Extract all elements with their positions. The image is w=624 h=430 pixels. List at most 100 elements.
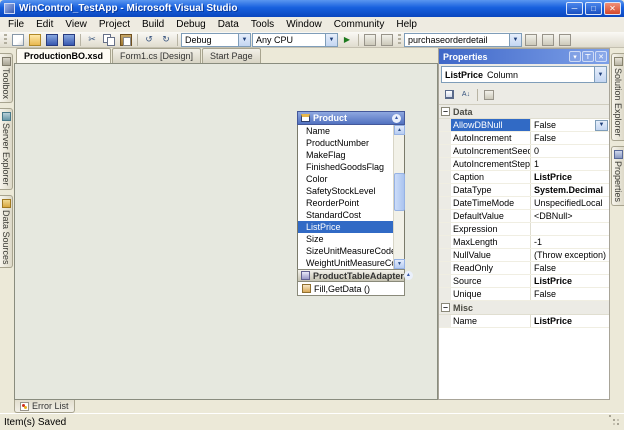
- toolbar-button[interactable]: [557, 33, 573, 47]
- product-datatable-header[interactable]: Product ▴: [297, 111, 405, 125]
- cut-button[interactable]: ✂: [84, 33, 100, 47]
- column-row[interactable]: StandardCost: [298, 209, 393, 221]
- combo-dropdown-icon[interactable]: ▼: [594, 67, 606, 82]
- toolbar-grip[interactable]: [4, 34, 7, 45]
- column-row[interactable]: FinishedGoodsFlag: [298, 161, 393, 173]
- column-list-scrollbar[interactable]: ▲ ▼: [393, 125, 405, 269]
- property-name[interactable]: AutoIncrement: [451, 132, 531, 144]
- window-menu-icon[interactable]: ▾: [569, 51, 581, 62]
- undo-button[interactable]: ↺: [141, 33, 157, 47]
- column-row[interactable]: MakeFlag: [298, 149, 393, 161]
- panel-close-icon[interactable]: ✕: [595, 51, 607, 62]
- property-value[interactable]: False: [531, 288, 609, 300]
- menu-community[interactable]: Community: [328, 17, 391, 32]
- property-value[interactable]: False: [531, 132, 609, 144]
- column-row[interactable]: SizeUnitMeasureCode: [298, 245, 393, 257]
- property-name[interactable]: Unique: [451, 288, 531, 300]
- property-value[interactable]: ListPrice: [531, 315, 609, 327]
- start-debug-button[interactable]: ▶: [339, 33, 355, 47]
- column-row[interactable]: SafetyStockLevel: [298, 185, 393, 197]
- find-input[interactable]: [408, 33, 509, 46]
- category-row-data[interactable]: − Data: [439, 105, 609, 119]
- property-value[interactable]: UnspecifiedLocal: [531, 197, 609, 209]
- property-name[interactable]: DataType: [451, 184, 531, 196]
- menu-build[interactable]: Build: [136, 17, 170, 32]
- property-name[interactable]: DateTimeMode: [451, 197, 531, 209]
- close-button[interactable]: ✕: [604, 2, 621, 15]
- toolbar-button[interactable]: [540, 33, 556, 47]
- tab-form1-design[interactable]: Form1.cs [Design]: [112, 48, 202, 63]
- menu-window[interactable]: Window: [280, 17, 328, 32]
- property-value[interactable]: False ▼: [531, 119, 609, 131]
- property-value[interactable]: (Throw exception): [531, 249, 609, 261]
- resize-grip[interactable]: [609, 415, 611, 417]
- tableadapter-header[interactable]: ProductTableAdapter ▴: [297, 269, 413, 282]
- property-name[interactable]: Source: [451, 275, 531, 287]
- collapse-chevron-icon[interactable]: ▴: [392, 113, 401, 123]
- toolbar-button[interactable]: [523, 33, 539, 47]
- redo-button[interactable]: ↻: [158, 33, 174, 47]
- property-name[interactable]: Caption: [451, 171, 531, 183]
- column-row[interactable]: Name: [298, 125, 393, 137]
- categorized-button[interactable]: [441, 87, 457, 102]
- collapse-minus-icon[interactable]: −: [441, 107, 450, 116]
- product-tableadapter[interactable]: ProductTableAdapter ▴ Fill,GetData (): [297, 269, 413, 296]
- scroll-down-icon[interactable]: ▼: [394, 259, 405, 269]
- find-combo[interactable]: ▼: [404, 32, 522, 47]
- property-name[interactable]: Expression: [451, 223, 531, 235]
- property-name[interactable]: Name: [451, 315, 531, 327]
- new-file-button[interactable]: [10, 33, 26, 47]
- property-value[interactable]: 1: [531, 158, 609, 170]
- property-value[interactable]: ListPrice: [531, 171, 609, 183]
- menu-data[interactable]: Data: [212, 17, 245, 32]
- menu-debug[interactable]: Debug: [170, 17, 211, 32]
- collapse-chevron-icon[interactable]: ▴: [403, 271, 413, 280]
- property-value[interactable]: <DBNull>: [531, 210, 609, 222]
- toolbar-grip[interactable]: [398, 34, 401, 45]
- paste-button[interactable]: [118, 33, 134, 47]
- property-name[interactable]: NullValue: [451, 249, 531, 261]
- tableadapter-method-row[interactable]: Fill,GetData (): [297, 282, 405, 296]
- column-row[interactable]: Size: [298, 233, 393, 245]
- toolbar-button[interactable]: [362, 33, 378, 47]
- alphabetical-button[interactable]: A↓: [458, 87, 474, 102]
- save-all-button[interactable]: [61, 33, 77, 47]
- column-row[interactable]: WeightUnitMeasureCode: [298, 257, 393, 269]
- toolbar-button[interactable]: [379, 33, 395, 47]
- sidebar-tab-server-explorer[interactable]: Server Explorer: [0, 108, 13, 190]
- menu-edit[interactable]: Edit: [30, 17, 59, 32]
- save-button[interactable]: [44, 33, 60, 47]
- collapse-minus-icon[interactable]: −: [441, 303, 450, 312]
- solution-config-combo[interactable]: Debug ▼: [181, 32, 251, 47]
- sidebar-tab-solution-explorer[interactable]: Solution Explorer: [611, 53, 624, 141]
- minimize-button[interactable]: ─: [566, 2, 583, 15]
- property-value[interactable]: -1: [531, 236, 609, 248]
- copy-button[interactable]: [101, 33, 117, 47]
- combo-dropdown-icon[interactable]: ▼: [509, 33, 521, 46]
- object-selector-combo[interactable]: ListPrice Column ▼: [441, 66, 607, 83]
- dataset-designer-surface[interactable]: Product ▴ Name ProductNumber MakeFlag Fi…: [14, 63, 438, 400]
- property-value[interactable]: False: [531, 262, 609, 274]
- combo-dropdown-icon[interactable]: ▼: [325, 33, 337, 46]
- scrollbar-thumb[interactable]: [394, 173, 405, 211]
- property-value[interactable]: ListPrice: [531, 275, 609, 287]
- combo-dropdown-icon[interactable]: ▼: [238, 33, 250, 46]
- property-pages-button[interactable]: [481, 87, 497, 102]
- sidebar-tab-data-sources[interactable]: Data Sources: [0, 194, 13, 269]
- menu-project[interactable]: Project: [93, 17, 136, 32]
- column-row[interactable]: ProductNumber: [298, 137, 393, 149]
- property-value[interactable]: System.Decimal: [531, 184, 609, 196]
- menu-help[interactable]: Help: [390, 17, 423, 32]
- property-value[interactable]: 0: [531, 145, 609, 157]
- scroll-up-icon[interactable]: ▲: [394, 125, 405, 135]
- column-row[interactable]: ReorderPoint: [298, 197, 393, 209]
- sidebar-tab-properties[interactable]: Properties: [611, 145, 624, 206]
- category-row-misc[interactable]: − Misc: [439, 301, 609, 315]
- maximize-button[interactable]: □: [585, 2, 602, 15]
- property-name[interactable]: AutoIncrementStep: [451, 158, 531, 170]
- sidebar-tab-toolbox[interactable]: Toolbox: [0, 53, 13, 104]
- property-name[interactable]: AutoIncrementSeed: [451, 145, 531, 157]
- property-name[interactable]: AllowDBNull: [451, 119, 531, 131]
- tab-productionbo-xsd[interactable]: ProductionBO.xsd: [16, 48, 112, 63]
- product-datatable[interactable]: Product ▴ Name ProductNumber MakeFlag Fi…: [297, 111, 405, 270]
